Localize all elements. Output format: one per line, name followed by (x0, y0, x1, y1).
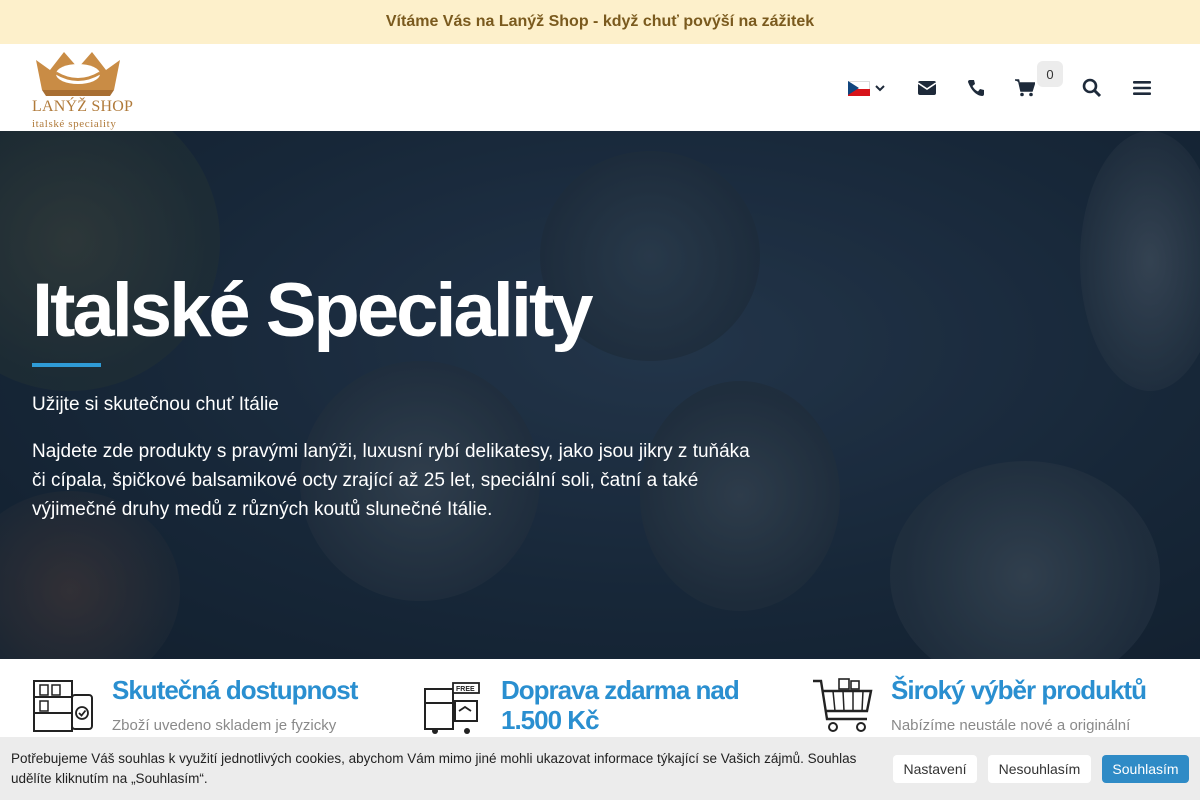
logo[interactable]: LANÝŽ SHOP italské speciality (30, 44, 134, 131)
cart-icon[interactable] (1013, 77, 1037, 99)
chevron-down-icon[interactable] (874, 82, 886, 94)
envelope-icon[interactable] (915, 77, 939, 99)
feature-title: Skutečná dostupnost (112, 675, 358, 705)
search-icon[interactable] (1080, 77, 1104, 99)
svg-text:FREE: FREE (456, 686, 475, 693)
cookie-settings-button[interactable]: Nastavení (893, 755, 977, 783)
hero-title: Italské Speciality (32, 268, 594, 353)
cookie-accept-button[interactable]: Souhlasím (1102, 755, 1189, 783)
hero-accent-line (32, 363, 101, 367)
cookie-consent-text: Potřebujeme Váš souhlas k využití jednot… (11, 751, 857, 786)
cookie-decline-button[interactable]: Nesouhlasím (988, 755, 1091, 783)
logo-subtitle: italské speciality (32, 118, 117, 130)
cookie-consent-bar: Potřebujeme Váš souhlas k využití jednot… (0, 737, 1200, 800)
free-delivery-icon: FREE (421, 675, 485, 737)
crown-logo-icon (36, 52, 120, 96)
feature-title: Široký výběr produktů (891, 675, 1147, 705)
phone-icon[interactable] (964, 77, 988, 99)
warehouse-icon (32, 675, 96, 737)
hero-description: Najdete zde produkty s pravými lanýži, l… (32, 441, 750, 520)
feature-title: Doprava zdarma nad 1.500 Kč (501, 675, 740, 735)
cart-count-badge[interactable]: 0 (1037, 61, 1063, 87)
site-header: LANÝŽ SHOP italské speciality 0 (0, 44, 1200, 131)
menu-icon[interactable] (1130, 77, 1154, 99)
feature-text: Zboží uvedeno skladem je fyzicky (112, 717, 337, 734)
announcement-text: Vítáme Vás na Lanýž Shop - když chuť pov… (385, 13, 815, 30)
announcement-bar: Vítáme Vás na Lanýž Shop - když chuť pov… (0, 0, 1200, 44)
hero-banner: Italské Speciality Užijte si skutečnou c… (0, 131, 1200, 659)
hero-tagline: Užijte si skutečnou chuť Itálie (32, 394, 279, 415)
logo-brand: LANÝŽ SHOP (32, 98, 134, 115)
feature-text: Nabízíme neustále nové a originální (891, 717, 1131, 734)
cz-flag-icon[interactable] (848, 81, 870, 96)
shopping-cart-icon (811, 675, 875, 737)
